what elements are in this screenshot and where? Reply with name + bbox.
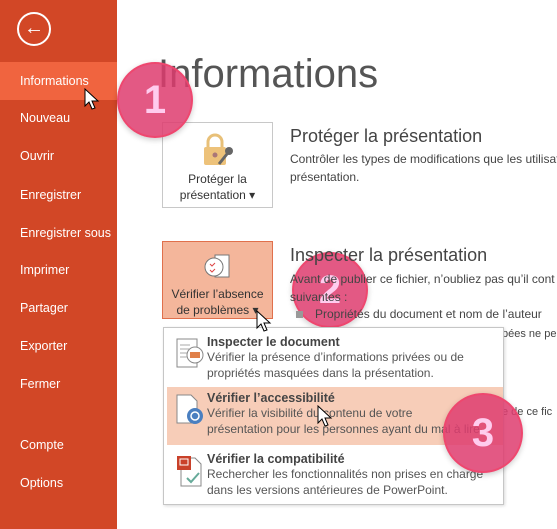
sidebar-item-enregistrer-sous[interactable]: Enregistrer sous xyxy=(0,214,117,252)
lock-key-icon xyxy=(203,133,233,165)
menu-item-desc-2: propriétés masquées dans la présentation… xyxy=(207,366,434,380)
mouse-cursor-icon xyxy=(84,88,100,110)
sidebar-item-fermer[interactable]: Fermer xyxy=(0,365,117,403)
inspect-heading: Inspecter la présentation xyxy=(290,245,488,265)
sidebar-item-imprimer[interactable]: Imprimer xyxy=(0,251,117,289)
sidebar-item-exporter[interactable]: Exporter xyxy=(0,327,117,365)
compatibility-icon xyxy=(177,456,202,487)
protect-heading: Protéger la présentation xyxy=(290,126,483,146)
menu-item-desc: Vérifier la présence d’informations priv… xyxy=(207,350,464,364)
hidden-text-partial: pées ne pe xyxy=(502,328,557,340)
menu-item-inspect-document[interactable]: Inspecter le document Vérifier la présen… xyxy=(167,331,503,385)
mouse-cursor-icon xyxy=(317,405,333,427)
protect-desc: Contrôler les types de modifications que… xyxy=(290,152,557,166)
check-issues-button[interactable]: Vérifier l’absence de problèmes ▾ xyxy=(162,241,273,319)
protect-presentation-button[interactable]: Protéger la présentation ▾ xyxy=(162,122,273,208)
inspect-desc: Avant de publier ce fichier, n’oubliez p… xyxy=(290,272,555,286)
step-badge-1: 1 xyxy=(117,62,193,138)
sidebar-item-options[interactable]: Options xyxy=(0,464,117,502)
menu-item-desc: Rechercher les fonctionnalités non prise… xyxy=(207,467,484,481)
sidebar-item-enregistrer[interactable]: Enregistrer xyxy=(0,176,117,214)
inspect-desc-2: suivantes : xyxy=(290,290,348,304)
inspect-document-icon xyxy=(176,338,204,368)
menu-item-desc-2: dans les versions antérieures de PowerPo… xyxy=(207,483,448,497)
sidebar-item-compte[interactable]: Compte xyxy=(0,426,117,464)
checklist-icon xyxy=(204,254,229,278)
accessibility-icon xyxy=(176,394,203,424)
menu-item-title: Inspecter le document xyxy=(207,335,340,349)
protect-button-label-2: présentation ▾ xyxy=(179,188,256,202)
protect-desc-2: présentation. xyxy=(290,170,360,184)
bullet-text: Propriétés du document et nom de l’auteu… xyxy=(315,307,542,321)
mouse-cursor-icon xyxy=(256,310,272,332)
sidebar-item-ouvrir[interactable]: Ouvrir xyxy=(0,137,117,175)
protect-button-label: Protéger la xyxy=(188,172,247,186)
sidebar-item-partager[interactable]: Partager xyxy=(0,289,117,327)
back-arrow-icon[interactable]: ← xyxy=(17,12,51,46)
step-badge-3: 3 xyxy=(443,393,523,473)
check-button-label: Vérifier l’absence xyxy=(171,287,264,301)
sidebar: ← Informations Nouveau Ouvrir Enregistre… xyxy=(0,0,117,529)
bullet-item: Propriétés du document et nom de l’auteu… xyxy=(296,305,542,323)
